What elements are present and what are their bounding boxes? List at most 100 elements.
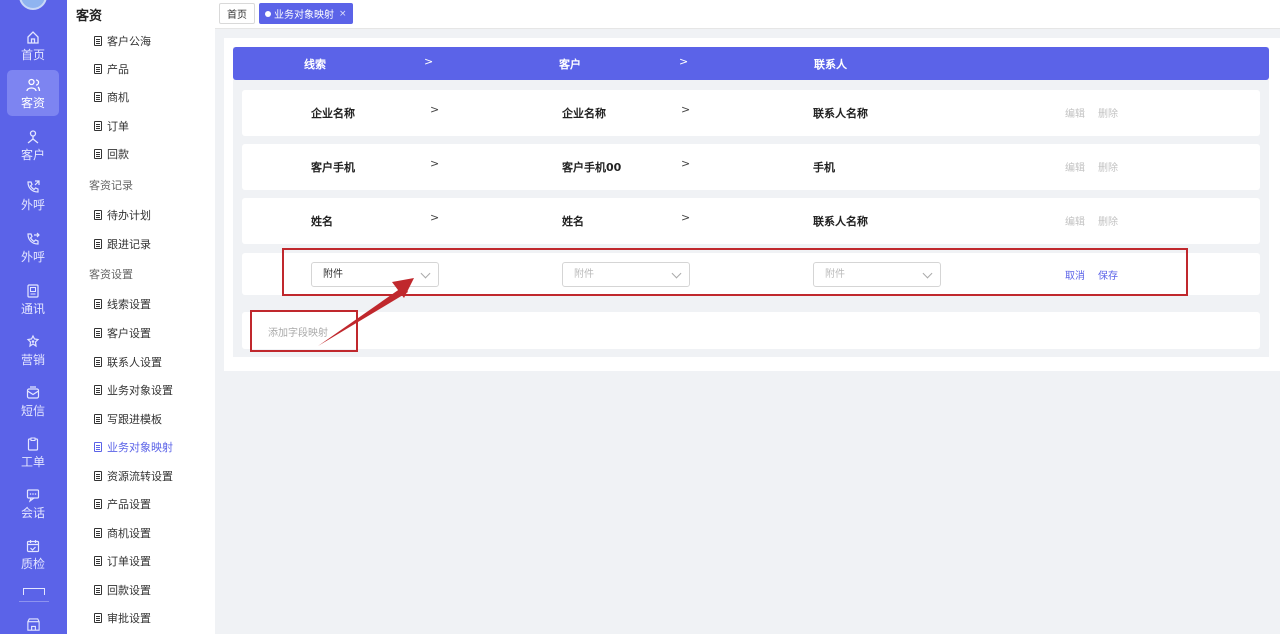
- rail-item-label: 会话: [20, 505, 45, 520]
- rail-item-label: 客户: [20, 147, 45, 162]
- map-arrow-icon: >: [430, 103, 440, 116]
- sidebar-item-label: 审批设置: [107, 612, 151, 625]
- sidebar-item[interactable]: 资源流转设置: [94, 468, 173, 484]
- bed-icon[interactable]: [23, 588, 45, 595]
- edit-button[interactable]: 编辑: [1065, 159, 1085, 174]
- sidebar-item[interactable]: 联系人设置: [94, 354, 162, 370]
- document-icon: [94, 64, 102, 74]
- sidebar-item[interactable]: 商机设置: [94, 525, 151, 541]
- rail-item-7[interactable]: 短信: [7, 378, 59, 424]
- tab-close-icon[interactable]: ×: [339, 9, 347, 19]
- document-icon: [94, 36, 102, 46]
- contact-field: 联系人名称: [813, 215, 868, 228]
- sidebar-item[interactable]: 订单设置: [94, 553, 151, 569]
- rail-item-10[interactable]: 质检: [7, 531, 59, 577]
- tab-home-label: 首页: [227, 10, 247, 21]
- document-icon: [94, 357, 102, 367]
- sidebar-item[interactable]: 订单: [94, 118, 129, 134]
- sidebar-item-label: 回款设置: [107, 584, 151, 597]
- sidebar-item-label: 商机设置: [107, 527, 151, 540]
- tab-current-label: 业务对象映射: [274, 10, 334, 21]
- rail-item-3[interactable]: 外呼: [7, 172, 59, 218]
- home-icon: [27, 30, 39, 44]
- document-icon: [94, 149, 102, 159]
- sidebar-item-label: 产品设置: [107, 498, 151, 511]
- tab-current[interactable]: 业务对象映射 ×: [259, 3, 353, 24]
- mapping-header: 线索 > 客户 > 联系人: [233, 47, 1269, 80]
- sidebar-item[interactable]: 客户设置: [94, 325, 151, 341]
- document-icon: [94, 528, 102, 538]
- document-icon: [94, 499, 102, 509]
- document-icon: [94, 471, 102, 481]
- tab-bar: 首页 业务对象映射 ×: [215, 0, 1280, 29]
- sidebar-item[interactable]: 业务对象设置: [94, 382, 173, 398]
- sidebar-item-label: 回款: [107, 148, 129, 161]
- sidebar-item[interactable]: 跟进记录: [94, 236, 151, 252]
- rail-item-6[interactable]: 营销: [7, 327, 59, 373]
- rail-item-label: 外呼: [20, 249, 45, 264]
- sidebar-item[interactable]: 写跟进模板: [94, 411, 162, 427]
- customer-field: 客户手机00: [562, 161, 622, 174]
- rail-item-label: 首页: [20, 47, 45, 62]
- document-icon: [94, 239, 102, 249]
- rail-item-9[interactable]: 会话: [7, 480, 59, 526]
- rail-item-4[interactable]: 外呼: [7, 224, 59, 270]
- add-field-mapping-button[interactable]: 添加字段映射: [268, 324, 328, 339]
- chevron-down-icon: [671, 268, 682, 279]
- sidebar-item[interactable]: 回款设置: [94, 582, 151, 598]
- delete-button[interactable]: 删除: [1098, 105, 1118, 120]
- delete-button[interactable]: 删除: [1098, 159, 1118, 174]
- clipboard-icon: [27, 437, 39, 451]
- cancel-button[interactable]: 取消: [1065, 267, 1085, 282]
- leads-field: 企业名称: [311, 107, 355, 120]
- sidebar-item[interactable]: 产品: [94, 61, 129, 77]
- sidebar-item[interactable]: 业务对象映射: [94, 439, 173, 455]
- sidebar-item[interactable]: 商机: [94, 89, 129, 105]
- contact-field: 手机: [813, 161, 835, 174]
- rail-item-1[interactable]: 客资: [7, 70, 59, 116]
- customer-field: 姓名: [562, 215, 584, 228]
- sidebar-item[interactable]: 回款: [94, 146, 129, 162]
- contact-field-select[interactable]: 附件: [813, 262, 941, 287]
- sidebar-item-label: 跟进记录: [107, 238, 151, 251]
- rail-item-label: 客资: [20, 95, 45, 110]
- store-icon[interactable]: [26, 617, 41, 632]
- rail-item-8[interactable]: 工单: [7, 429, 59, 475]
- sidebar-item[interactable]: 客户公海: [94, 33, 151, 49]
- document-icon: [94, 585, 102, 595]
- sidebar-item[interactable]: 线索设置: [94, 296, 151, 312]
- calendar-check-icon: [26, 539, 40, 552]
- header-customer: 客户: [559, 58, 581, 71]
- avatar[interactable]: [19, 0, 47, 10]
- customer-field-select[interactable]: 附件: [562, 262, 690, 287]
- edit-button[interactable]: 编辑: [1065, 213, 1085, 228]
- delete-button[interactable]: 删除: [1098, 213, 1118, 228]
- document-icon: [94, 556, 102, 566]
- header-leads: 线索: [304, 58, 326, 71]
- header-arrow-icon: >: [679, 55, 689, 68]
- map-arrow-icon: >: [681, 157, 691, 170]
- rail-item-0[interactable]: 首页: [7, 22, 59, 68]
- contact-field-value: 附件: [825, 269, 845, 280]
- rail-item-label: 质检: [20, 556, 45, 571]
- tab-home[interactable]: 首页: [219, 3, 255, 24]
- mapping-row: 姓名 > 姓名 > 联系人名称 编辑 删除: [242, 198, 1260, 244]
- mapping-edit-row: 附件 附件 附件 取消 保存: [242, 253, 1260, 295]
- rail-item-5[interactable]: 通讯: [7, 276, 59, 322]
- tab-active-dot-icon: [265, 10, 271, 17]
- sidebar-item[interactable]: 待办计划: [94, 207, 151, 223]
- sidebar-item[interactable]: 产品设置: [94, 496, 151, 512]
- document-icon: [94, 210, 102, 220]
- edit-button[interactable]: 编辑: [1065, 105, 1085, 120]
- rail-item-2[interactable]: 客户: [7, 122, 59, 168]
- save-button[interactable]: 保存: [1098, 267, 1118, 282]
- sidebar-item[interactable]: 审批设置: [94, 610, 151, 626]
- sidebar-item-label: 写跟进模板: [107, 413, 162, 426]
- phone-outgoing-icon: [27, 179, 40, 193]
- leads-field-select[interactable]: 附件: [311, 262, 439, 287]
- document-icon: [94, 299, 102, 309]
- document-icon: [94, 121, 102, 131]
- sidebar-item-label: 产品: [107, 63, 129, 76]
- sidebar-item-label: 业务对象映射: [107, 441, 173, 454]
- main-nav-rail: 首页 客资 客户 外呼 外呼 通讯 营销 短信 工单 会话 质检: [0, 0, 67, 634]
